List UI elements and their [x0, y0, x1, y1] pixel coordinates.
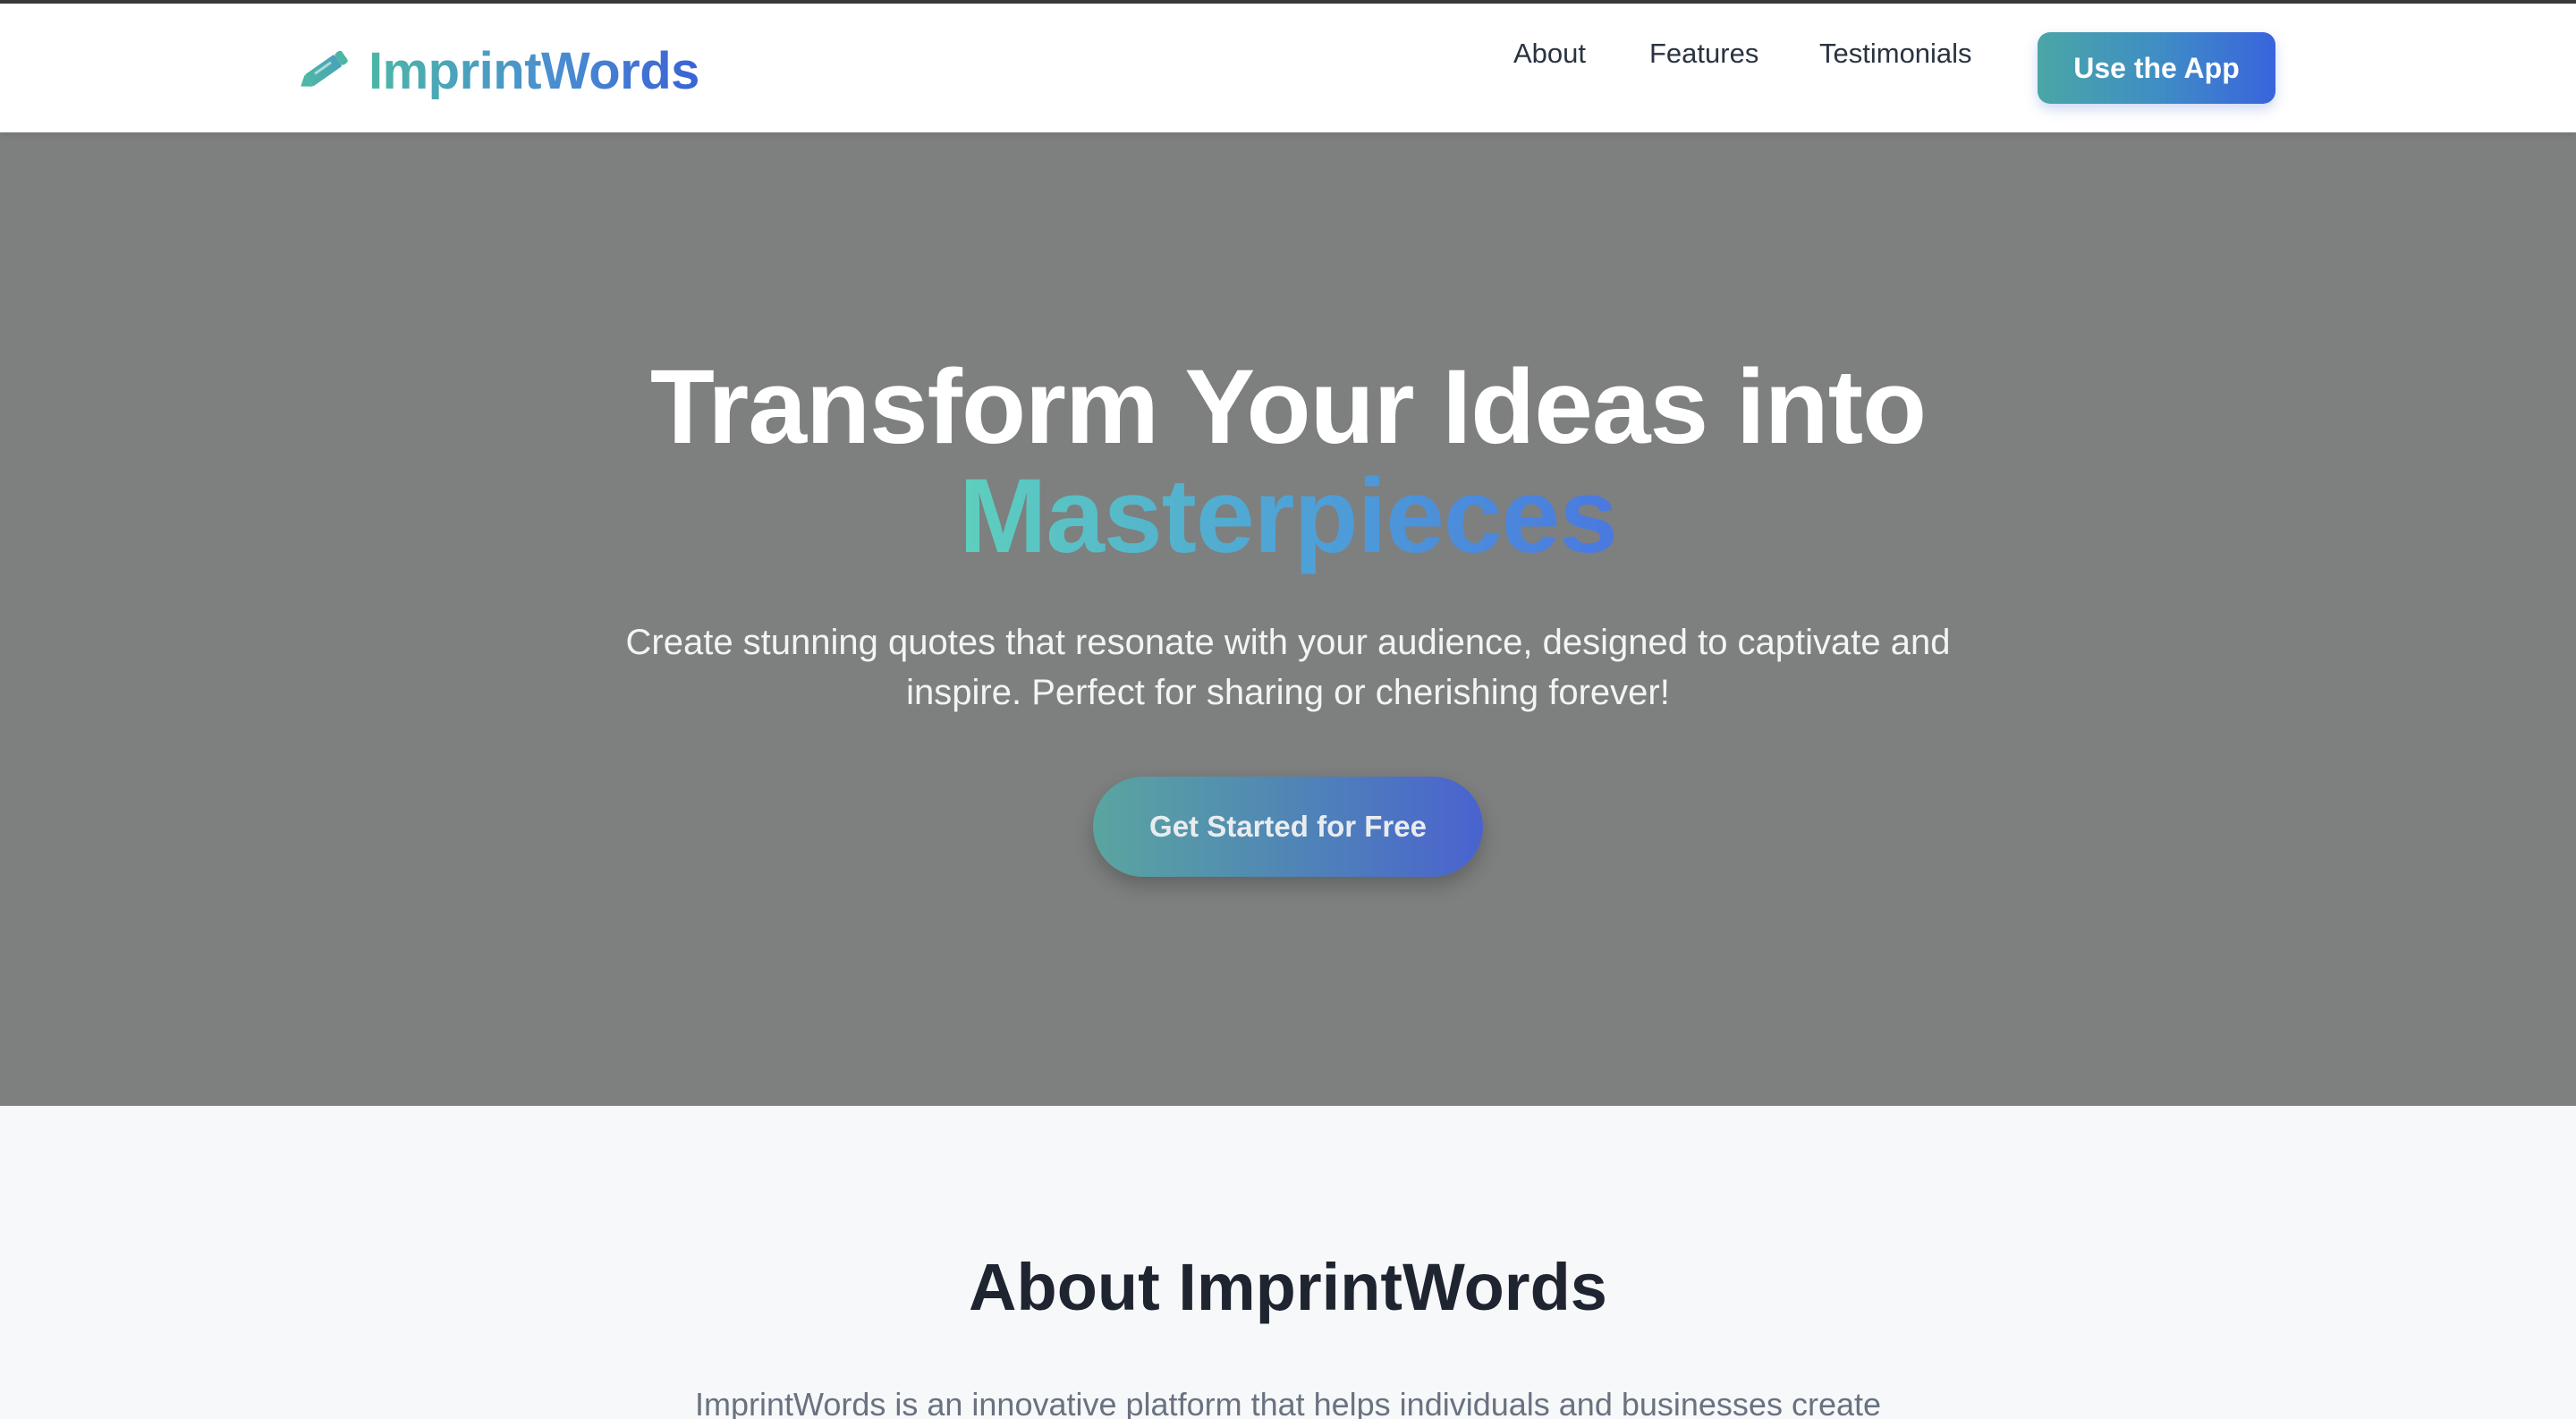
about-title: About ImprintWords: [969, 1250, 1607, 1324]
brand-logo[interactable]: ImprintWords: [293, 38, 699, 104]
hero-title-line1: Transform Your Ideas into: [649, 348, 1927, 466]
use-app-button[interactable]: Use the App: [2038, 32, 2275, 104]
hero-section: Transform Your Ideas into Masterpieces C…: [0, 132, 2576, 1106]
get-started-button[interactable]: Get Started for Free: [1093, 777, 1483, 877]
hero-subtitle-line1: Create stunning quotes that resonate wit…: [625, 623, 1951, 662]
nav-link-testimonials[interactable]: Testimonials: [1819, 38, 1972, 70]
hero-subtitle-line2: inspire. Perfect for sharing or cherishi…: [906, 673, 1670, 712]
about-intro-text: ImprintWords is an innovative platform t…: [694, 1386, 1882, 1419]
brand-name: ImprintWords: [369, 41, 699, 100]
nav-link-features[interactable]: Features: [1649, 38, 1758, 70]
pencil-icon: [301, 50, 348, 87]
hero-title: Transform Your Ideas into Masterpieces: [0, 353, 2576, 571]
nav-link-about[interactable]: About: [1513, 38, 1586, 70]
hero-title-highlight: Masterpieces: [959, 457, 1618, 575]
site-header: ImprintWords About Features Testimonials…: [0, 4, 2576, 132]
hero-subtitle: Create stunning quotes that resonate wit…: [572, 617, 2004, 718]
